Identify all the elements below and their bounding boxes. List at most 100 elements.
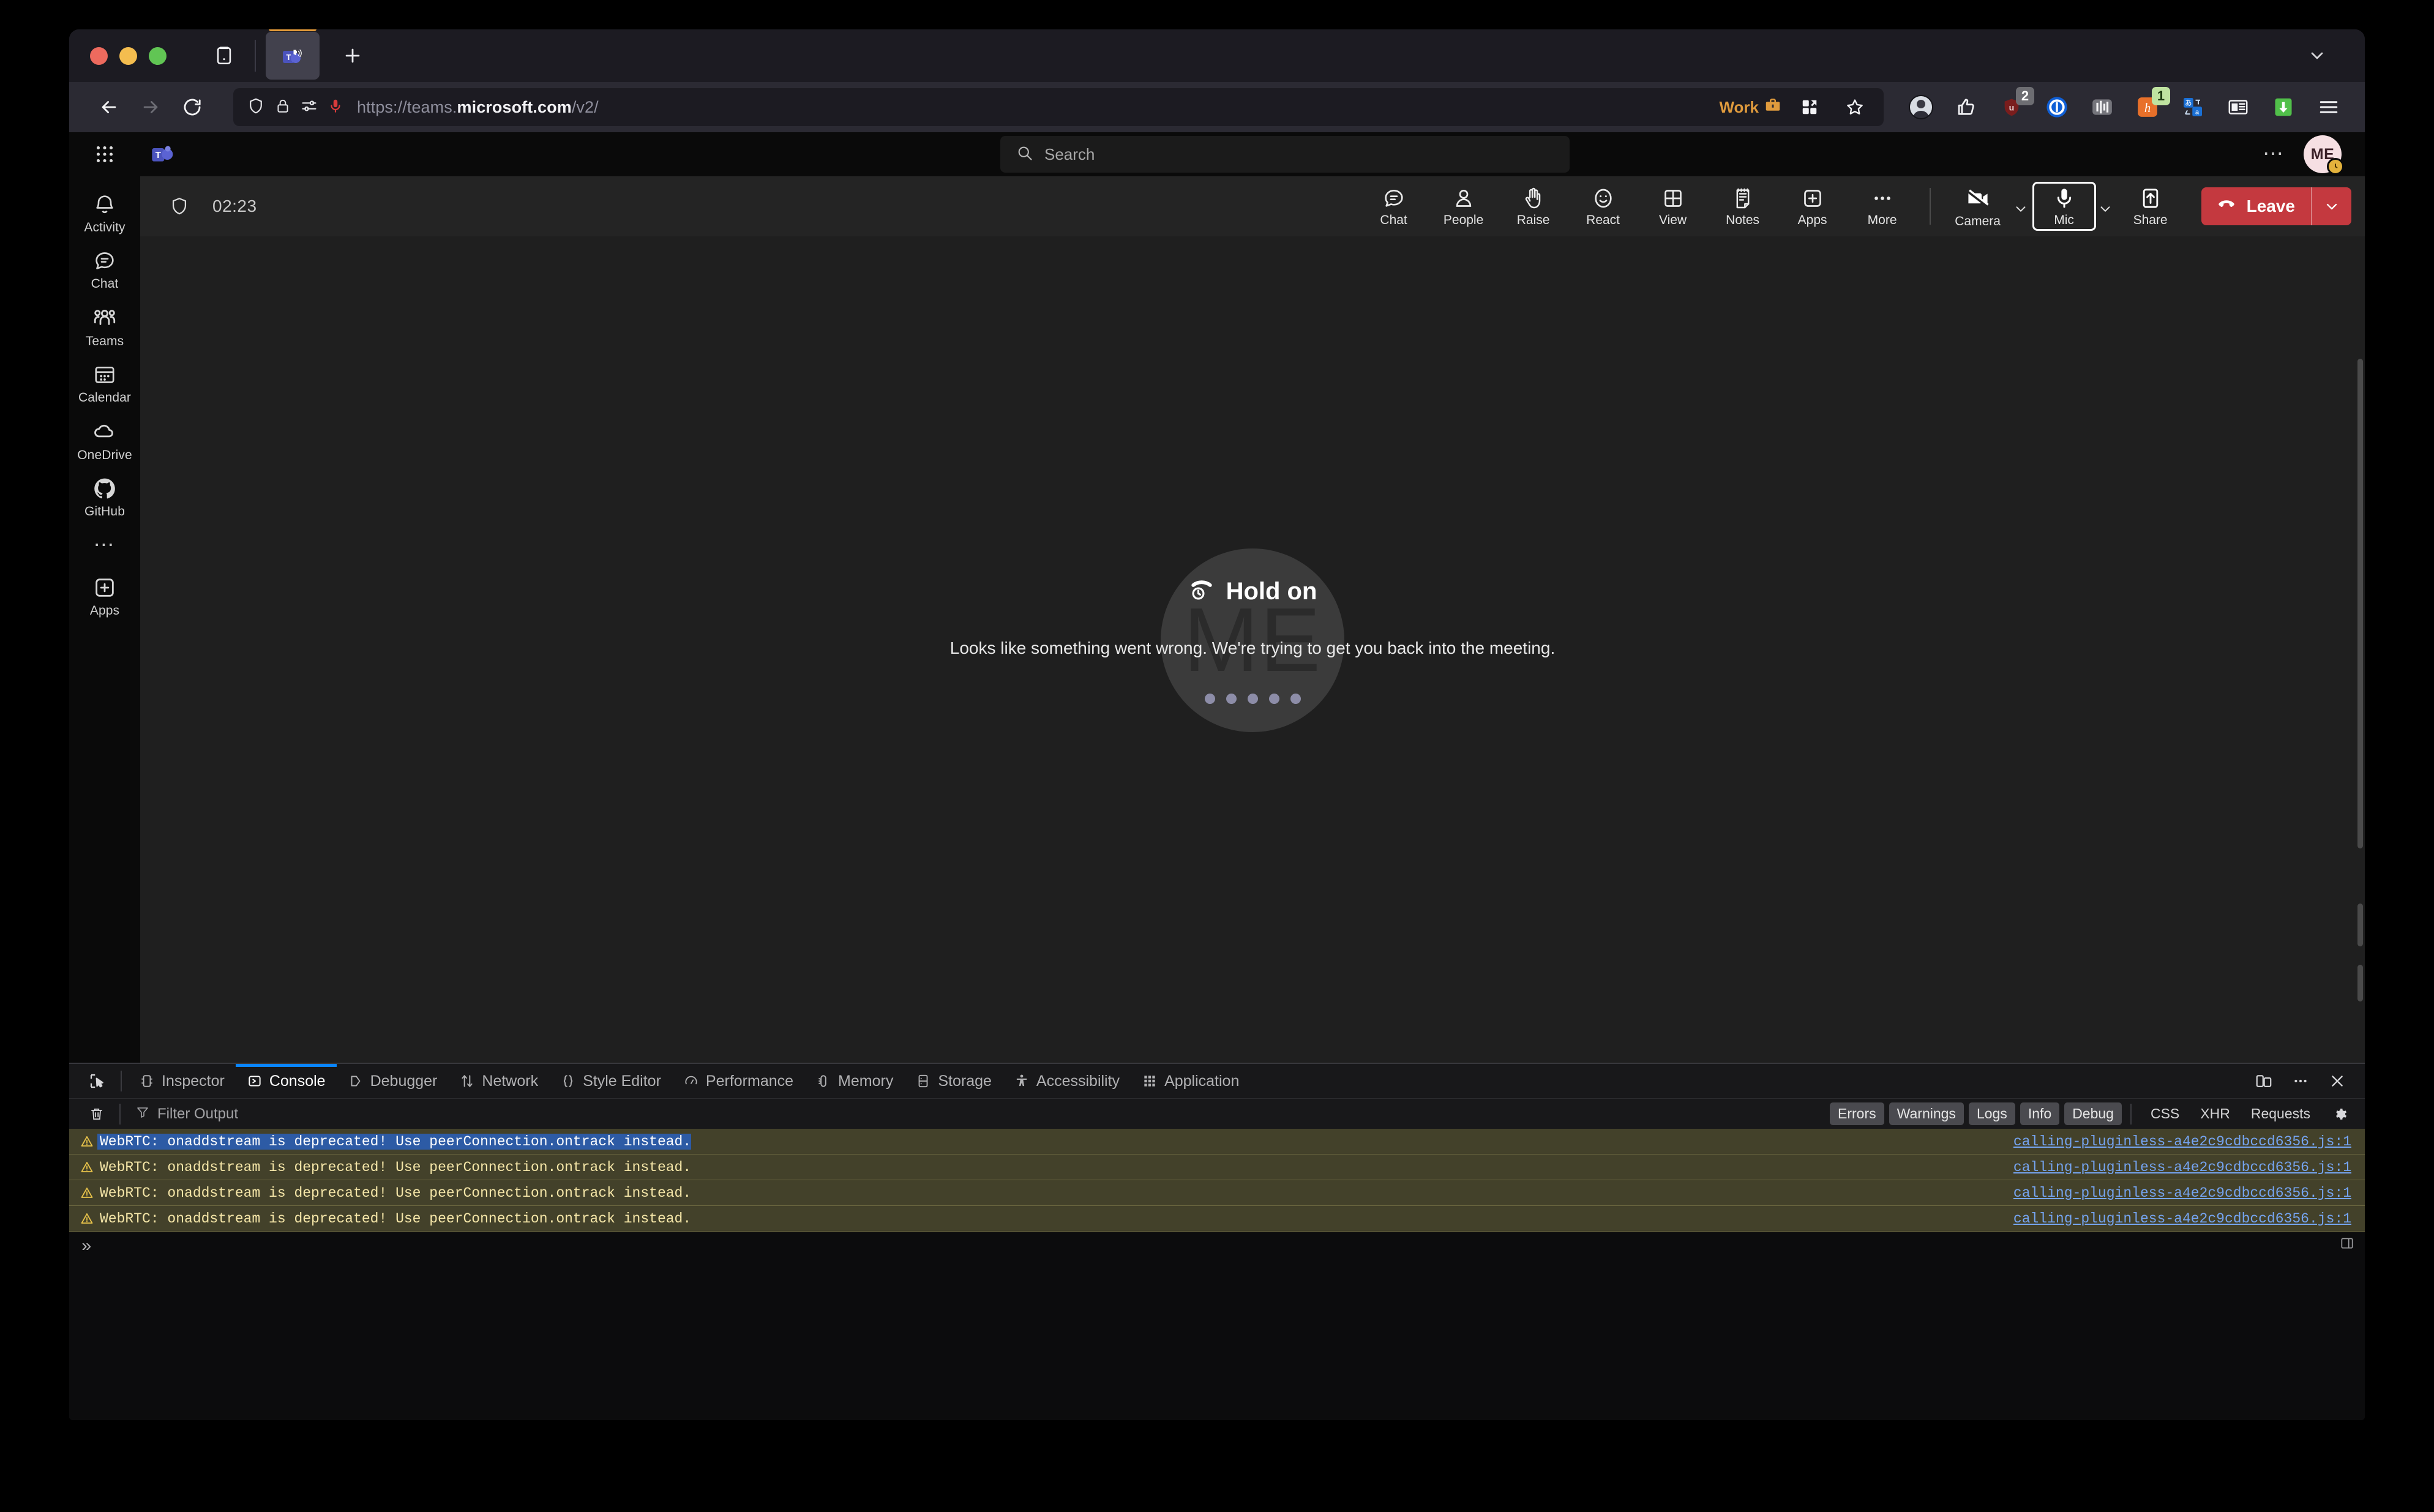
lock-icon[interactable] (275, 98, 291, 117)
tab-console[interactable]: Console (235, 1064, 337, 1098)
meeting-more-button[interactable]: More (1849, 182, 1916, 230)
tab-network[interactable]: Network (448, 1064, 549, 1098)
console-output[interactable]: WebRTC: onaddstream is deprecated! Use p… (69, 1129, 2365, 1420)
user-avatar[interactable]: ME (2304, 135, 2344, 175)
tab-storage[interactable]: Storage (904, 1064, 1003, 1098)
filter-info-button[interactable]: Info (2020, 1102, 2060, 1125)
split-console-icon[interactable] (2339, 1235, 2355, 1254)
filter-warnings-button[interactable]: Warnings (1889, 1102, 1964, 1125)
console-message-row[interactable]: WebRTC: onaddstream is deprecated! Use p… (69, 1129, 2365, 1155)
leave-main[interactable]: Leave (2201, 187, 2311, 225)
console-input-prompt[interactable]: » (69, 1232, 2365, 1262)
console-message-row[interactable]: WebRTC: onaddstream is deprecated! Use p… (69, 1180, 2365, 1206)
microphone-in-use-icon[interactable] (328, 98, 343, 117)
bookmark-star-icon[interactable] (1837, 89, 1873, 125)
filter-logs-button[interactable]: Logs (1968, 1102, 2015, 1125)
tab-application[interactable]: Application (1131, 1064, 1250, 1098)
sidebar-item-apps[interactable]: Apps (73, 569, 137, 623)
leave-label: Leave (2246, 196, 2295, 215)
browser-tab-teams[interactable]: T (266, 29, 320, 80)
profile-avatar-extension-icon[interactable] (1903, 89, 1939, 125)
filter-errors-button[interactable]: Errors (1830, 1102, 1884, 1125)
translate-extension-icon[interactable]: あ a (2175, 89, 2211, 125)
site-permissions-icon[interactable] (301, 97, 318, 118)
teams-settings-more-icon[interactable]: ⋯ (2263, 144, 2285, 164)
teams-search-input[interactable]: Search (1000, 136, 1570, 173)
extensions-puzzle-icon[interactable] (1792, 89, 1827, 125)
console-settings-gear-icon[interactable] (2323, 1098, 2356, 1131)
list-all-tabs-icon[interactable] (2304, 42, 2331, 69)
maximize-window-button[interactable] (149, 47, 167, 65)
url-address-bar[interactable]: https://teams.microsoft.com/v2/ Work (233, 88, 1884, 126)
leave-options-chevron-icon[interactable] (2312, 187, 2351, 225)
sidebar-item-activity[interactable]: Activity (73, 186, 137, 240)
meeting-people-button[interactable]: People (1430, 182, 1497, 230)
stage-scroll-indicator-bottom[interactable] (2357, 965, 2363, 1001)
meeting-camera-button[interactable]: Camera (1944, 181, 2012, 231)
console-message-source-link[interactable]: calling-pluginless-a4e2c9cdbccd6356.js:1 (2013, 1134, 2365, 1150)
devtools-meatball-menu-icon[interactable] (2284, 1065, 2317, 1098)
url-text[interactable]: https://teams.microsoft.com/v2/ (353, 98, 1709, 117)
element-picker-icon[interactable] (80, 1064, 114, 1098)
filter-debug-button[interactable]: Debug (2064, 1102, 2122, 1125)
equalizer-extension-icon[interactable] (2084, 89, 2120, 125)
tab-accessibility[interactable]: Accessibility (1003, 1064, 1131, 1098)
control-label: More (1867, 213, 1897, 227)
tab-memory[interactable]: Memory (804, 1064, 904, 1098)
reload-button[interactable] (173, 88, 211, 126)
tracking-protection-shield-icon[interactable] (247, 97, 265, 118)
console-message-row[interactable]: WebRTC: onaddstream is deprecated! Use p… (69, 1206, 2365, 1232)
camera-options-chevron-icon[interactable] (2012, 201, 2030, 217)
sidebar-item-onedrive[interactable]: OneDrive (73, 413, 137, 468)
close-devtools-icon[interactable] (2321, 1065, 2354, 1098)
sidebar-item-calendar[interactable]: Calendar (73, 356, 137, 410)
onepassword-extension-icon[interactable] (2039, 89, 2075, 125)
thumbs-up-extension-icon[interactable] (1949, 89, 1984, 125)
svg-text:a: a (2195, 108, 2200, 116)
sidebar-item-github[interactable]: GitHub (73, 470, 137, 524)
console-message-row[interactable]: WebRTC: onaddstream is deprecated! Use p… (69, 1155, 2365, 1180)
container-tab-indicator[interactable]: Work (1719, 96, 1782, 119)
meeting-react-button[interactable]: React (1570, 182, 1637, 230)
svg-text:u: u (2009, 103, 2015, 113)
clear-console-trash-icon[interactable] (80, 1098, 113, 1131)
mic-options-chevron-icon[interactable] (2096, 201, 2114, 217)
ublock-origin-extension-icon[interactable]: u 2 (1994, 87, 2034, 125)
meeting-apps-button[interactable]: Apps (1779, 182, 1846, 230)
stage-scroll-indicator-mid[interactable] (2357, 904, 2363, 946)
hamburger-menu-icon[interactable] (2311, 89, 2346, 125)
meeting-notes-button[interactable]: Notes (1709, 182, 1777, 230)
minimize-window-button[interactable] (119, 47, 137, 65)
console-message-source-link[interactable]: calling-pluginless-a4e2c9cdbccd6356.js:1 (2013, 1185, 2365, 1201)
filter-requests-button[interactable]: Requests (2243, 1102, 2318, 1125)
meeting-raise-hand-button[interactable]: Raise (1500, 182, 1567, 230)
hypothesis-extension-icon[interactable]: h 1 (2130, 87, 2170, 125)
tab-performance[interactable]: Performance (672, 1064, 804, 1098)
new-tab-button[interactable] (337, 40, 369, 72)
sidebar-more-apps-icon[interactable]: ⋯ (94, 526, 116, 567)
leave-meeting-button[interactable]: Leave (2201, 187, 2351, 225)
meeting-share-button[interactable]: Share (2117, 182, 2184, 230)
console-filter-input[interactable]: Filter Output (127, 1105, 1825, 1123)
tab-debugger[interactable]: Debugger (337, 1064, 449, 1098)
filter-css-button[interactable]: CSS (2143, 1102, 2187, 1125)
app-launcher-waffle-icon[interactable] (69, 132, 140, 176)
console-message-source-link[interactable]: calling-pluginless-a4e2c9cdbccd6356.js:1 (2013, 1159, 2365, 1175)
warning-triangle-icon (77, 1134, 97, 1149)
firefox-view-icon[interactable] (207, 39, 241, 73)
stage-scroll-indicator-top[interactable] (2357, 359, 2363, 848)
tab-style-editor[interactable]: Style Editor (549, 1064, 672, 1098)
close-window-button[interactable] (90, 47, 108, 65)
filter-xhr-button[interactable]: XHR (2192, 1102, 2238, 1125)
meeting-mic-button[interactable]: Mic (2032, 182, 2096, 231)
sidebar-item-chat[interactable]: Chat (73, 242, 137, 296)
downloads-extension-icon[interactable] (2266, 89, 2301, 125)
reader-extension-icon[interactable] (2220, 89, 2256, 125)
tab-inspector[interactable]: Inspector (128, 1064, 236, 1098)
back-button[interactable] (90, 88, 128, 126)
meeting-chat-button[interactable]: Chat (1360, 182, 1428, 230)
console-message-source-link[interactable]: calling-pluginless-a4e2c9cdbccd6356.js:1 (2013, 1211, 2365, 1227)
meeting-view-button[interactable]: View (1639, 182, 1707, 230)
sidebar-item-teams[interactable]: Teams (73, 299, 137, 354)
responsive-design-mode-icon[interactable] (2247, 1065, 2280, 1098)
